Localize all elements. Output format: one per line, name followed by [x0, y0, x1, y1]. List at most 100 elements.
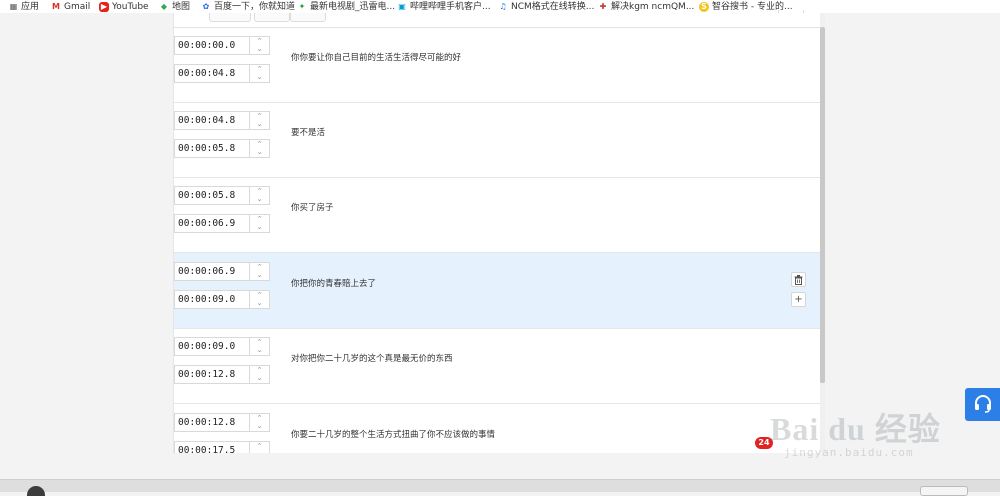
time-stepper[interactable]: ⌃ ⌄ [249, 338, 269, 355]
bookmark-label: 哔哩哔哩手机客户... [410, 1, 491, 12]
chevron-down-icon[interactable]: ⌄ [250, 120, 269, 128]
subtitle-row[interactable]: ⌃ ⌄ ⌃ ⌄ 对你把你二十几岁的这个真是最无价的东西 [174, 329, 821, 404]
chevron-down-icon[interactable]: ⌄ [250, 73, 269, 81]
start-time-field[interactable]: ⌃ ⌄ [174, 111, 270, 130]
end-time-field[interactable]: ⌃ ⌄ [174, 290, 270, 309]
chevron-up-icon[interactable]: ⌃ [250, 112, 269, 120]
chevron-up-icon[interactable]: ⌃ [250, 65, 269, 73]
time-stepper[interactable]: ⌃ ⌄ [249, 37, 269, 54]
time-stepper[interactable]: ⌃ ⌄ [249, 65, 269, 82]
subtitle-text[interactable]: 你你要让你自己目前的生活生活得尽可能的好 [291, 51, 461, 63]
start-time-input[interactable] [175, 112, 251, 129]
time-stepper[interactable]: ⌃ ⌄ [249, 291, 269, 308]
subtitle-text[interactable]: 要不是活 [291, 126, 325, 138]
subtitle-text[interactable]: 你要二十几岁的整个生活方式扭曲了你不应该做的事情 [291, 428, 495, 440]
time-stepper[interactable]: ⌃ ⌄ [249, 187, 269, 204]
bookmark-apps[interactable]: ▦ 应用 [8, 0, 39, 13]
time-stepper[interactable]: ⌃ ⌄ [249, 263, 269, 280]
chevron-up-icon[interactable]: ⌃ [250, 140, 269, 148]
bookmark-kgm[interactable]: ✚ 解决kgm ncmQM... [598, 0, 695, 13]
subtitle-text[interactable]: 你把你的青春賠上去了 [291, 277, 376, 289]
delete-row-button[interactable] [791, 272, 806, 287]
scrollbar-thumb[interactable] [820, 27, 825, 383]
bookmark-bilibili[interactable]: ▣ 哔哩哔哩手机客户... [397, 0, 491, 13]
chevron-down-icon[interactable]: ⌄ [250, 422, 269, 430]
chevron-down-icon[interactable]: ⌄ [250, 195, 269, 203]
start-time-field[interactable]: ⌃ ⌄ [174, 337, 270, 356]
start-time-input[interactable] [175, 338, 251, 355]
start-time-field[interactable]: ⌃ ⌄ [174, 413, 270, 432]
start-time-field[interactable]: ⌃ ⌄ [174, 262, 270, 281]
bookmark-maps[interactable]: ◆ 地图 [159, 0, 190, 13]
end-time-field[interactable]: ⌃ ⌄ [174, 139, 270, 158]
chevron-down-icon[interactable]: ⌄ [250, 223, 269, 231]
header-tab-stub[interactable] [290, 13, 326, 22]
bookmark-label: YouTube [112, 1, 149, 12]
start-time-input[interactable] [175, 414, 251, 431]
time-stepper[interactable]: ⌃ ⌄ [249, 366, 269, 383]
subtitle-row[interactable]: ⌃ ⌄ ⌃ ⌄ 要不是活 [174, 103, 821, 178]
time-stepper[interactable]: ⌃ ⌄ [249, 215, 269, 232]
bookmark-baidu[interactable]: ✿ 百度一下，你就知道 [201, 0, 295, 13]
subtitle-row-active[interactable]: ⌃ ⌄ ⌃ ⌄ 你把你的青春賠上去了 + [174, 253, 821, 329]
end-time-field[interactable]: ⌃ ⌄ [174, 441, 270, 453]
chevron-up-icon[interactable]: ⌃ [250, 263, 269, 271]
bottom-handle[interactable] [27, 486, 45, 496]
bookmarks-bar: ▦ 应用 M Gmail ▶ YouTube ◆ 地图 ✿ 百度一下，你就知道 … [0, 0, 1000, 13]
end-time-input[interactable] [175, 442, 251, 453]
end-time-input[interactable] [175, 140, 251, 157]
end-time-field[interactable]: ⌃ ⌄ [174, 365, 270, 384]
chevron-up-icon[interactable]: ⌃ [250, 338, 269, 346]
start-time-input[interactable] [175, 263, 251, 280]
customer-support-button[interactable] [965, 388, 1000, 421]
chevron-down-icon[interactable]: ⌄ [250, 271, 269, 279]
start-time-input[interactable] [175, 187, 251, 204]
header-tab-stub[interactable] [254, 13, 290, 22]
chevron-down-icon[interactable]: ⌄ [250, 374, 269, 382]
bookmark-youtube[interactable]: ▶ YouTube [99, 0, 149, 13]
chevron-up-icon[interactable]: ⌃ [250, 442, 269, 450]
chevron-up-icon[interactable]: ⌃ [250, 215, 269, 223]
header-tab-stub[interactable] [209, 13, 251, 22]
start-time-field[interactable]: ⌃ ⌄ [174, 186, 270, 205]
time-stepper[interactable]: ⌃ ⌄ [249, 442, 269, 453]
chevron-down-icon[interactable]: ⌄ [250, 346, 269, 354]
subtitle-row[interactable]: ⌃ ⌄ ⌃ ⌄ 你买了房子 [174, 178, 821, 253]
bookmark-ncm[interactable]: ♫ NCM格式在线转换... [498, 0, 594, 13]
notification-badge[interactable]: 24 [755, 437, 773, 449]
subtitle-text[interactable]: 你买了房子 [291, 201, 334, 213]
chevron-down-icon[interactable]: ⌄ [250, 148, 269, 156]
end-time-field[interactable]: ⌃ ⌄ [174, 64, 270, 83]
time-stepper[interactable]: ⌃ ⌄ [249, 112, 269, 129]
start-time-field[interactable]: ⌃ ⌄ [174, 36, 270, 55]
time-stepper[interactable]: ⌃ ⌄ [249, 414, 269, 431]
bookmark-label: 最新电视剧_迅雷电... [310, 1, 396, 12]
end-time-input[interactable] [175, 291, 251, 308]
bookmark-gmail[interactable]: M Gmail [51, 0, 90, 13]
subtitle-row[interactable]: ⌃ ⌄ ⌃ ⌄ 你你要让你自己目前的生活生活得尽可能的好 [174, 28, 821, 103]
panel-header-strip [174, 13, 821, 28]
vertical-scrollbar[interactable] [820, 13, 825, 453]
bookmark-label: 地图 [172, 1, 191, 12]
baidu-icon: ✿ [202, 1, 210, 11]
chevron-up-icon[interactable]: ⌃ [250, 187, 269, 195]
chevron-up-icon[interactable]: ⌃ [250, 414, 269, 422]
bottom-button[interactable] [920, 486, 968, 496]
subtitle-row[interactable]: ⌃ ⌄ ⌃ ⌄ 你要二十几岁的整个生活方式扭曲了你不应该做的事情 [174, 404, 821, 453]
end-time-input[interactable] [175, 366, 251, 383]
end-time-field[interactable]: ⌃ ⌄ [174, 214, 270, 233]
chevron-down-icon[interactable]: ⌄ [250, 450, 269, 453]
subtitle-text[interactable]: 对你把你二十几岁的这个真是最无价的东西 [291, 352, 453, 364]
time-stepper[interactable]: ⌃ ⌄ [249, 140, 269, 157]
end-time-input[interactable] [175, 65, 251, 82]
chevron-up-icon[interactable]: ⌃ [250, 37, 269, 45]
chevron-down-icon[interactable]: ⌄ [250, 299, 269, 307]
chevron-up-icon[interactable]: ⌃ [250, 366, 269, 374]
bookmark-xunlei[interactable]: ✦ 最新电视剧_迅雷电... [297, 0, 395, 13]
chevron-down-icon[interactable]: ⌄ [250, 45, 269, 53]
chevron-up-icon[interactable]: ⌃ [250, 291, 269, 299]
subtitle-list: ⌃ ⌄ ⌃ ⌄ 你你要让你自己目前的生活生活得尽可能的好 ⌃ ⌄ ⌃ ⌄ [173, 13, 822, 453]
add-row-button[interactable]: + [791, 292, 806, 307]
end-time-input[interactable] [175, 215, 251, 232]
start-time-input[interactable] [175, 37, 251, 54]
